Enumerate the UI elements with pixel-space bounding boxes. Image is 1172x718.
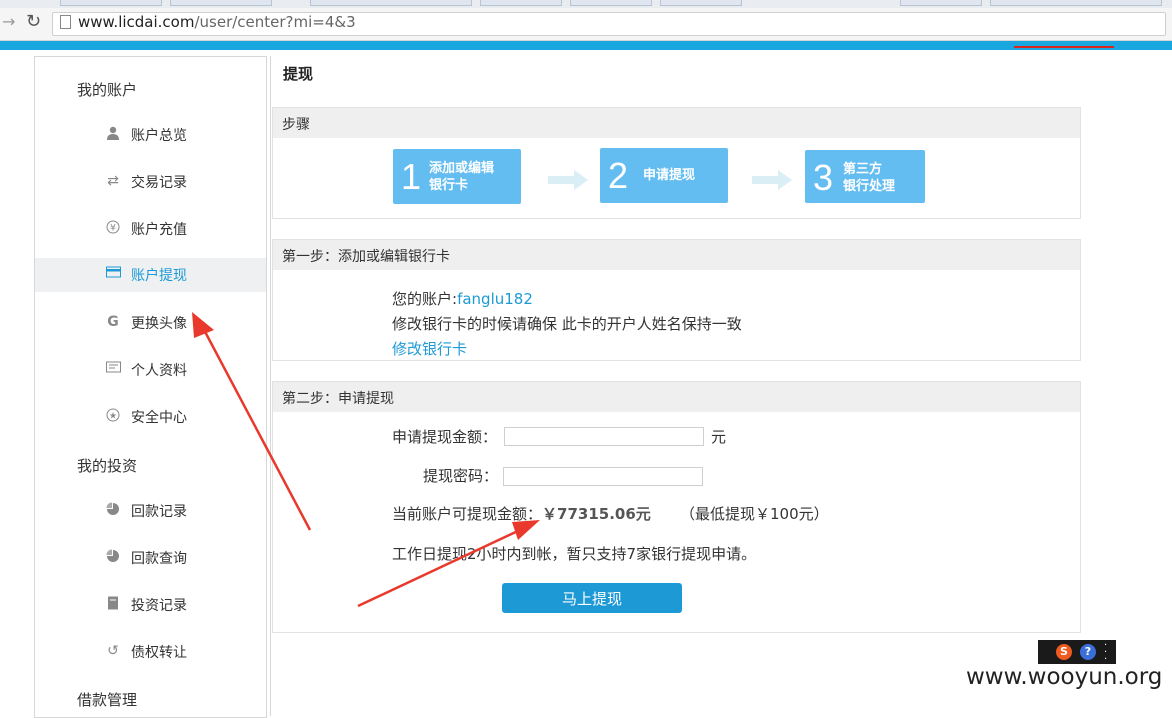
available-balance-line: 当前账户可提现金额：￥77315.06元 bbox=[392, 503, 651, 524]
forward-icon[interactable]: → bbox=[2, 12, 15, 31]
id-card-icon bbox=[105, 361, 121, 377]
browser-tab[interactable] bbox=[900, 0, 982, 6]
watermark-text: www.wooyun.org bbox=[966, 664, 1163, 690]
edit-bank-card-link[interactable]: 修改银行卡 bbox=[392, 338, 467, 359]
bank-card-notice: 修改银行卡的时候请确保 此卡的开户人姓名保持一致 bbox=[392, 315, 742, 333]
sidebar-item-label: 个人资料 bbox=[131, 363, 187, 379]
step-text-line1: 申请提现 bbox=[643, 168, 696, 183]
step-arrow-icon bbox=[548, 170, 588, 190]
sidebar: 我的账户 账户总览 ⇄ 交易记录 ¥ 账户充值 账户提现 G 更换头像 个人资料… bbox=[34, 56, 267, 718]
sidebar-item-label: 交易记录 bbox=[131, 175, 187, 191]
sidebar-item-profile[interactable]: 个人资料 bbox=[35, 353, 266, 387]
withdraw-amount-label: 申请提现金额： bbox=[392, 428, 498, 446]
account-label: 您的账户: bbox=[392, 290, 458, 308]
svg-text:★: ★ bbox=[109, 412, 117, 422]
withdraw-panel-header: 第二步：申请提现 bbox=[273, 382, 1080, 412]
url-domain: www.licdai.com bbox=[78, 13, 195, 31]
step-text-line1: 第三方 bbox=[843, 162, 883, 177]
browser-tab[interactable] bbox=[60, 0, 162, 6]
steps-panel-header: 步骤 bbox=[273, 108, 1080, 138]
withdraw-info: 工作日提现2小时内到帐，暂只支持7家银行提现申请。 bbox=[392, 545, 757, 563]
nav-active-indicator bbox=[1014, 46, 1114, 48]
sidebar-section-loans: 借款管理 bbox=[77, 691, 138, 709]
step-box-2: 2 申请提现 bbox=[600, 148, 728, 203]
pie-icon bbox=[105, 549, 121, 565]
bank-card-panel-header: 第一步：添加或编辑银行卡 bbox=[273, 240, 1080, 270]
user-icon bbox=[105, 126, 121, 142]
sidebar-item-invest-records[interactable]: 投资记录 bbox=[35, 588, 266, 622]
sidebar-item-withdraw[interactable]: 账户提现 bbox=[35, 258, 266, 292]
steps-panel-title: 步骤 bbox=[282, 117, 310, 133]
account-line: 您的账户:fanglu182 bbox=[392, 288, 533, 309]
svg-text:¥: ¥ bbox=[110, 224, 116, 234]
step-text-line1: 添加或编辑 bbox=[429, 161, 495, 176]
step-text-line2: 银行处理 bbox=[843, 179, 896, 194]
step-number: 2 bbox=[608, 155, 629, 196]
browser-tab[interactable] bbox=[660, 0, 742, 6]
withdraw-panel-title: 第二步：申请提现 bbox=[282, 391, 394, 407]
page-icon bbox=[60, 15, 71, 29]
sidebar-item-label: 回款记录 bbox=[131, 504, 187, 520]
available-amount: ￥77315.06元 bbox=[542, 505, 651, 523]
bank-card-panel-title: 第一步：添加或编辑银行卡 bbox=[282, 249, 450, 265]
reload-icon[interactable]: ↻ bbox=[26, 11, 41, 32]
account-name-link[interactable]: fanglu182 bbox=[457, 290, 533, 308]
withdraw-password-label: 提现密码： bbox=[423, 467, 499, 485]
url-text[interactable]: www.licdai.com/user/center?mi=4&3 bbox=[78, 13, 356, 31]
browser-tab[interactable] bbox=[570, 0, 652, 6]
step-box-1: 1 添加或编辑 银行卡 bbox=[393, 149, 521, 204]
sidebar-item-security[interactable]: ★ 安全中心 bbox=[35, 400, 266, 434]
sidebar-item-label: 投资记录 bbox=[131, 598, 187, 614]
browser-tab[interactable] bbox=[170, 0, 272, 6]
min-withdraw-note: （最低提现￥100元） bbox=[680, 505, 829, 523]
amount-unit: 元 bbox=[711, 428, 727, 446]
transfer-icon: ⇄ bbox=[107, 173, 119, 189]
sidebar-item-avatar[interactable]: G 更换头像 bbox=[35, 306, 266, 340]
step-arrow-icon bbox=[752, 170, 792, 190]
sogou-icon[interactable]: S bbox=[1056, 644, 1072, 660]
withdraw-password-input[interactable] bbox=[503, 467, 703, 486]
star-icon: ★ bbox=[105, 408, 121, 424]
pie-icon bbox=[105, 502, 121, 518]
sidebar-item-label: 更换头像 bbox=[131, 316, 187, 332]
sidebar-item-label: 债权转让 bbox=[131, 645, 187, 661]
sidebar-section-account: 我的账户 bbox=[77, 81, 138, 99]
sidebar-item-label: 账户充值 bbox=[131, 222, 187, 238]
sidebar-item-transactions[interactable]: ⇄ 交易记录 bbox=[35, 165, 266, 199]
sidebar-item-recharge[interactable]: ¥ 账户充值 bbox=[35, 212, 266, 246]
withdraw-submit-button[interactable]: 马上提现 bbox=[502, 583, 682, 613]
steps-panel: 步骤 1 添加或编辑 银行卡 2 申请提现 3 第三方 银行处理 bbox=[272, 107, 1081, 219]
page-title: 提现 bbox=[283, 65, 314, 83]
browser-tab-strip bbox=[0, 0, 1172, 8]
sidebar-item-overview[interactable]: 账户总览 bbox=[35, 118, 266, 152]
step-number: 1 bbox=[401, 156, 422, 197]
sidebar-section-invest: 我的投资 bbox=[77, 457, 138, 475]
sidebar-item-repayment-query[interactable]: 回款查询 bbox=[35, 541, 266, 575]
sidebar-item-label: 回款查询 bbox=[131, 551, 187, 567]
card-icon bbox=[105, 266, 121, 282]
url-path: /user/center?mi=4&3 bbox=[194, 13, 356, 31]
sidebar-item-repayment-records[interactable]: 回款记录 bbox=[35, 494, 266, 528]
available-label: 当前账户可提现金额： bbox=[392, 505, 543, 523]
refresh-g-icon: G bbox=[107, 314, 119, 330]
browser-tab[interactable] bbox=[310, 0, 472, 6]
sidebar-item-debt-transfer[interactable]: ↺ 债权转让 bbox=[35, 635, 266, 669]
withdraw-amount-input[interactable] bbox=[504, 427, 704, 446]
undo-icon: ↺ bbox=[107, 643, 119, 659]
sidebar-item-label: 安全中心 bbox=[131, 410, 187, 426]
site-top-bar bbox=[0, 41, 1172, 50]
menu-dots-icon[interactable]: · · · bbox=[1104, 641, 1107, 665]
step-text-line2: 银行卡 bbox=[429, 178, 469, 193]
browser-tab[interactable] bbox=[480, 0, 562, 6]
step-number: 3 bbox=[813, 157, 834, 198]
browser-tab[interactable] bbox=[990, 0, 1162, 6]
sidebar-item-label: 账户总览 bbox=[131, 128, 187, 144]
document-icon bbox=[105, 596, 121, 612]
help-icon[interactable]: ? bbox=[1080, 644, 1096, 660]
sidebar-item-label: 账户提现 bbox=[131, 268, 187, 284]
yuan-icon: ¥ bbox=[105, 220, 121, 236]
step-box-3: 3 第三方 银行处理 bbox=[805, 150, 925, 203]
